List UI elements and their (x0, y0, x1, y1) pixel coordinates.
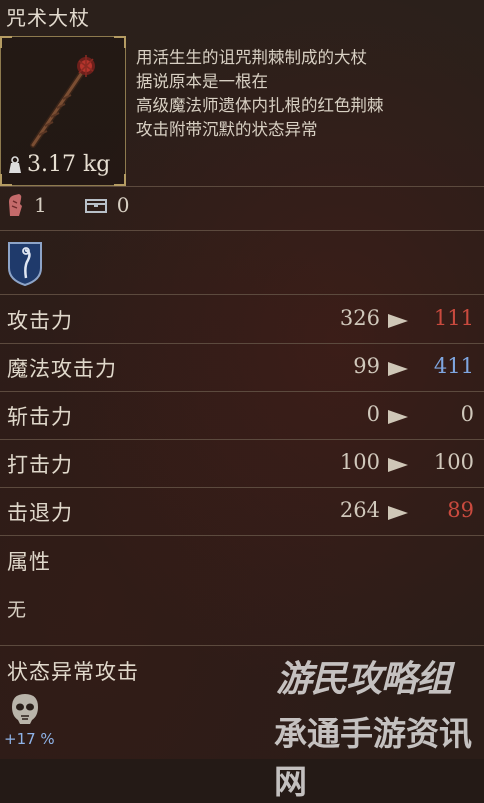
stat-new-value: 89 (447, 498, 474, 522)
weight-icon (9, 155, 21, 173)
stat-new-value: 0 (460, 402, 474, 426)
item-detail-panel: 咒术大杖 3.17 kg 用活生生的诅咒荆棘制成的大杖 据说原本是一根在 高级魔… (0, 0, 484, 801)
stat-base-value: 264 (339, 498, 380, 522)
status-effect-value: +17 % (4, 730, 55, 748)
hand-count: 1 (34, 193, 47, 217)
divider (0, 230, 484, 231)
weight-value: 3.17 kg (27, 152, 111, 177)
stat-label: 斩击力 (7, 405, 73, 429)
description-line: 高级魔法师遗体内扎根的红色荆棘 (136, 96, 384, 115)
skull-mask-icon (12, 694, 38, 724)
description-line: 用活生生的诅咒荆棘制成的大杖 (136, 48, 367, 67)
attribute-value: 无 (7, 599, 27, 621)
staff-icon (30, 55, 95, 148)
arrow-icon (388, 410, 408, 424)
inventory-counts: 1 0 (6, 192, 167, 218)
arrow-icon (388, 362, 408, 376)
item-description: 用活生生的诅咒荆棘制成的大杖 据说原本是一根在 高级魔法师遗体内扎根的红色荆棘 … (136, 46, 384, 142)
stat-base-value: 99 (353, 354, 380, 378)
arrow-icon (388, 314, 408, 328)
divider (0, 294, 484, 295)
stat-base-value: 326 (339, 306, 380, 330)
arrow-icon (388, 506, 408, 520)
hand-icon (9, 194, 22, 216)
stat-row-strike: 打击力 100 100 (0, 441, 484, 487)
stat-base-value: 100 (339, 450, 380, 474)
stat-new-value: 100 (433, 450, 474, 474)
stat-label: 魔法攻击力 (7, 357, 117, 381)
stat-row-slash: 斩击力 0 0 (0, 393, 484, 439)
stat-new-value: 111 (433, 306, 474, 330)
divider (0, 343, 484, 344)
watermark-text: 承通手游资讯网 (274, 714, 472, 801)
stat-row-knockback: 击退力 264 89 (0, 489, 484, 535)
divider (0, 535, 484, 536)
divider (0, 645, 484, 646)
divider (0, 439, 484, 440)
stat-new-value: 411 (433, 354, 474, 378)
attribute-label: 属性 (7, 550, 51, 574)
stat-base-value: 0 (366, 402, 380, 426)
status-effect-label: 状态异常攻击 (7, 660, 139, 684)
description-line: 攻击附带沉默的状态异常 (136, 120, 318, 139)
divider (0, 391, 484, 392)
stat-label: 攻击力 (7, 309, 73, 333)
divider (0, 186, 484, 187)
item-title: 咒术大杖 (6, 6, 90, 30)
stat-label: 击退力 (7, 501, 73, 525)
description-line: 据说原本是一根在 (136, 72, 268, 91)
weight-readout: 3.17 kg (7, 152, 110, 177)
item-image-frame: 3.17 kg (0, 36, 126, 186)
stat-label: 打击力 (7, 453, 73, 477)
stat-row-attack: 攻击力 326 111 (0, 297, 484, 343)
arrow-icon (388, 458, 408, 472)
chest-count: 0 (116, 193, 130, 217)
magic-shield-icon (8, 242, 42, 286)
watermark-text: 游民攻略组 (276, 659, 452, 700)
chest-icon (84, 199, 107, 213)
divider (0, 487, 484, 488)
stat-row-magic-attack: 魔法攻击力 99 411 (0, 345, 484, 391)
